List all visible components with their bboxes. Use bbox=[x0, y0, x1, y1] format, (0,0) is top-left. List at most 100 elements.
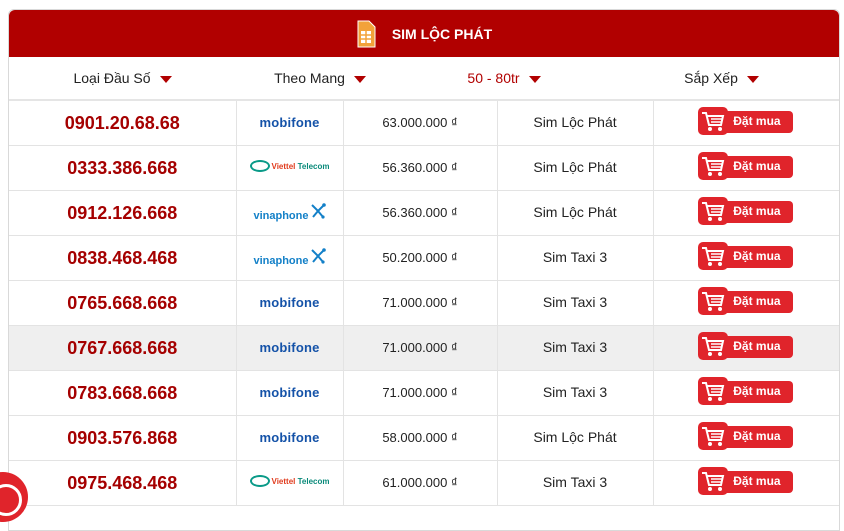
viettel-swirl-icon bbox=[249, 160, 270, 172]
mobifone-logo: mobifone bbox=[259, 115, 320, 130]
filter-price-dropdown[interactable]: 50 - 80tr bbox=[404, 57, 604, 99]
sim-number[interactable]: 0783.668.668 bbox=[67, 383, 177, 403]
buy-button-label: Đặt mua bbox=[733, 293, 781, 308]
filter-prefix-dropdown[interactable]: Loại Đầu Số bbox=[9, 57, 236, 99]
table-row[interactable]: 0901.20.68.68 mobifone 63.000.000 ₫ Sim Lộc… bbox=[9, 101, 839, 146]
sim-table: 0901.20.68.68 mobifone 63.000.000 ₫ Sim Lộc… bbox=[9, 101, 839, 506]
filter-label: Sắp Xếp bbox=[684, 70, 738, 86]
carrier-cell: Viettel Telecom bbox=[236, 460, 344, 506]
buy-button[interactable]: Đặt mua bbox=[698, 106, 794, 135]
carrier-cell: mobifone bbox=[236, 415, 344, 461]
buy-button[interactable]: Đặt mua bbox=[698, 466, 794, 495]
sim-category: Sim Lộc Phát bbox=[533, 159, 617, 175]
chevron-down-icon bbox=[528, 75, 541, 83]
table-row[interactable]: 0333.386.668 Viettel Telecom 56.360.000 ₫ S… bbox=[9, 145, 839, 191]
table-row[interactable]: 0767.668.668 mobifone 71.000.000 ₫ Sim Taxi… bbox=[9, 325, 839, 371]
buy-button-label: Đặt mua bbox=[733, 113, 781, 128]
sim-category: Sim Lộc Phát bbox=[533, 204, 617, 220]
filter-bar: Loại Đầu Số Theo Mang 50 - 80tr Sắp Xếp bbox=[9, 57, 839, 101]
sim-category: Sim Lộc Phát bbox=[533, 429, 617, 445]
mobifone-logo: mobifone bbox=[259, 385, 320, 400]
buy-button-label: Đặt mua bbox=[733, 203, 781, 218]
shopping-cart-icon bbox=[698, 196, 729, 225]
sim-number[interactable]: 0765.668.668 bbox=[67, 293, 177, 313]
sim-price: 63.000.000 ₫ bbox=[382, 115, 458, 130]
sim-number[interactable]: 0333.386.668 bbox=[67, 158, 177, 178]
sim-price: 56.360.000 ₫ bbox=[382, 160, 458, 175]
mobifone-logo: mobifone bbox=[259, 430, 320, 445]
vinaphone-logo: vinaphone bbox=[253, 247, 326, 267]
sim-category: Sim Taxi 3 bbox=[542, 474, 608, 490]
sim-category: Sim Taxi 3 bbox=[542, 339, 608, 355]
mobifone-logo: mobifone bbox=[259, 340, 320, 355]
chevron-down-icon bbox=[746, 75, 759, 83]
carrier-cell: mobifone bbox=[236, 325, 344, 371]
sim-number[interactable]: 0912.126.668 bbox=[67, 203, 177, 223]
vinaphone-star-icon bbox=[310, 202, 326, 219]
buy-button[interactable]: Đặt mua bbox=[698, 286, 794, 315]
sim-category: Sim Taxi 3 bbox=[542, 384, 608, 400]
filter-sort-dropdown[interactable]: Sắp Xếp bbox=[604, 57, 839, 99]
sim-number[interactable]: 0975.468.468 bbox=[67, 473, 177, 493]
shopping-cart-icon bbox=[698, 331, 729, 360]
filter-label: 50 - 80tr bbox=[467, 70, 520, 86]
buy-button[interactable]: Đặt mua bbox=[698, 376, 794, 405]
sim-price: 50.200.000 ₫ bbox=[382, 250, 458, 265]
sim-card-icon bbox=[357, 20, 376, 47]
mobifone-logo: mobifone bbox=[259, 295, 320, 310]
buy-button-label: Đặt mua bbox=[733, 428, 781, 443]
shopping-cart-icon bbox=[698, 421, 729, 450]
table-row[interactable]: 0838.468.468 vinaphone 50.200.000 ₫ Sim Tax… bbox=[9, 235, 839, 281]
buy-button-label: Đặt mua bbox=[733, 158, 781, 173]
sim-price: 56.360.000 ₫ bbox=[382, 205, 458, 220]
sim-category: Sim Taxi 3 bbox=[542, 249, 608, 265]
buy-button-label: Đặt mua bbox=[733, 383, 781, 398]
sim-table-body: 0901.20.68.68 mobifone 63.000.000 ₫ Sim Lộc… bbox=[9, 101, 839, 506]
table-row[interactable]: 0783.668.668 mobifone 71.000.000 ₫ Sim Taxi… bbox=[9, 370, 839, 416]
viettel-logo: Viettel Telecom bbox=[249, 475, 329, 487]
sim-category: Sim Taxi 3 bbox=[542, 294, 608, 310]
shopping-cart-icon bbox=[698, 151, 729, 180]
buy-button-label: Đặt mua bbox=[733, 338, 781, 353]
shopping-cart-icon bbox=[698, 241, 729, 270]
carrier-cell: vinaphone bbox=[236, 190, 344, 236]
buy-button[interactable]: Đặt mua bbox=[698, 241, 794, 270]
table-row[interactable]: 0903.576.868 mobifone 58.000.000 ₫ Sim Lộc … bbox=[9, 415, 839, 461]
shopping-cart-icon bbox=[698, 376, 729, 405]
buy-button[interactable]: Đặt mua bbox=[698, 421, 794, 450]
shopping-cart-icon bbox=[698, 106, 729, 135]
chevron-down-icon bbox=[159, 75, 172, 83]
carrier-cell: mobifone bbox=[236, 280, 344, 326]
sim-number[interactable]: 0838.468.468 bbox=[67, 248, 177, 268]
viettel-logo: Viettel Telecom bbox=[249, 160, 329, 172]
carrier-cell: mobifone bbox=[236, 370, 344, 416]
filter-label: Loại Đầu Số bbox=[73, 70, 151, 86]
sim-price: 71.000.000 ₫ bbox=[382, 295, 458, 310]
sim-category: Sim Lộc Phát bbox=[533, 114, 617, 130]
sim-number[interactable]: 0767.668.668 bbox=[67, 338, 177, 358]
sim-number[interactable]: 0903.576.868 bbox=[67, 428, 177, 448]
panel-title: SIM LỘC PHÁT bbox=[391, 25, 493, 42]
panel-header: SIM LỘC PHÁT bbox=[9, 10, 839, 57]
buy-button-label: Đặt mua bbox=[733, 473, 781, 488]
filter-carrier-dropdown[interactable]: Theo Mang bbox=[236, 57, 404, 99]
vinaphone-star-icon bbox=[310, 247, 326, 264]
table-row[interactable]: 0912.126.668 vinaphone 56.360.000 ₫ Sim Lộc… bbox=[9, 190, 839, 236]
buy-button[interactable]: Đặt mua bbox=[698, 196, 794, 225]
viettel-swirl-icon bbox=[249, 475, 270, 487]
carrier-cell: Viettel Telecom bbox=[236, 145, 344, 191]
buy-button[interactable]: Đặt mua bbox=[698, 151, 794, 180]
carrier-cell: mobifone bbox=[236, 101, 344, 146]
sim-list-panel: SIM LỘC PHÁT Loại Đầu Số Theo Mang 50 - … bbox=[8, 9, 840, 531]
carrier-cell: vinaphone bbox=[236, 235, 344, 281]
chevron-down-icon bbox=[353, 75, 366, 83]
sim-price: 58.000.000 ₫ bbox=[382, 430, 458, 445]
sim-price: 61.000.000 ₫ bbox=[382, 475, 458, 490]
filter-label: Theo Mang bbox=[274, 70, 345, 86]
shopping-cart-icon bbox=[698, 286, 729, 315]
sim-number[interactable]: 0901.20.68.68 bbox=[65, 113, 180, 133]
table-row[interactable]: 0975.468.468 Viettel Telecom 61.000.000 ₫ S… bbox=[9, 460, 839, 506]
table-row[interactable]: 0765.668.668 mobifone 71.000.000 ₫ Sim Taxi… bbox=[9, 280, 839, 326]
buy-button[interactable]: Đặt mua bbox=[698, 331, 794, 360]
sim-price: 71.000.000 ₫ bbox=[382, 340, 458, 355]
